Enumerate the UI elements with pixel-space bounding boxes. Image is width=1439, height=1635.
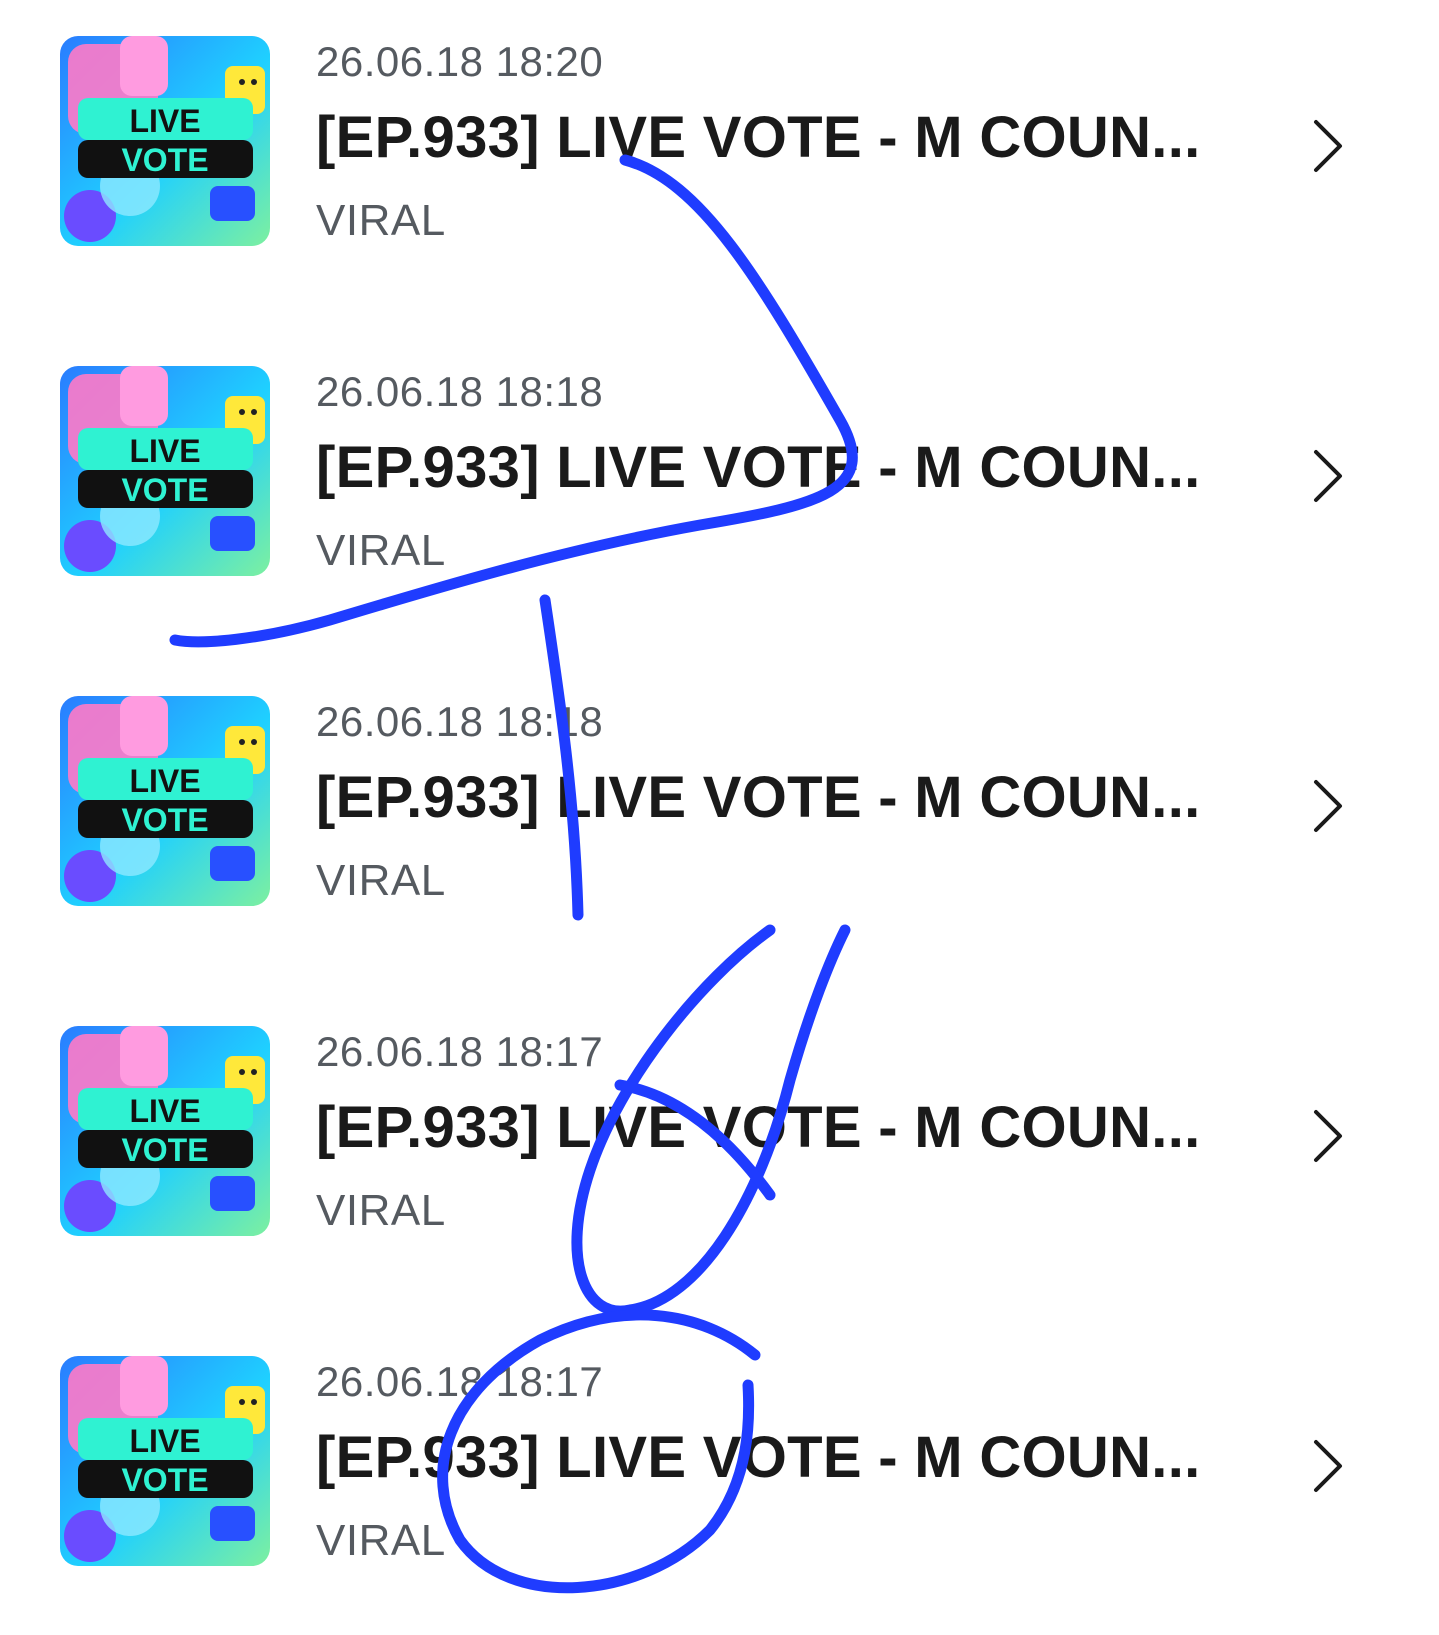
live-vote-thumbnail: LIVE VOTE xyxy=(60,1356,270,1566)
list-item[interactable]: LIVE VOTE 26.06.18 18:18 [EP.933] LIVE V… xyxy=(0,696,1439,926)
thumb-text-line1: LIVE xyxy=(129,763,200,799)
thumb-text-line1: LIVE xyxy=(129,433,200,469)
item-category: VIRAL xyxy=(316,196,446,245)
item-title: [EP.933] LIVE VOTE - M COUN... xyxy=(316,1425,1201,1490)
item-category: VIRAL xyxy=(316,1516,446,1565)
item-title: [EP.933] LIVE VOTE - M COUN... xyxy=(316,435,1201,500)
item-category: VIRAL xyxy=(316,1186,446,1235)
list-item[interactable]: LIVE VOTE 26.06.18 18:18 [EP.933] LIVE V… xyxy=(0,366,1439,596)
live-vote-thumbnail: LIVE VOTE xyxy=(60,696,270,906)
thumb-text-line2: VOTE xyxy=(121,142,208,178)
list-item[interactable]: LIVE VOTE 26.06.18 18:20 [EP.933] LIVE V… xyxy=(0,36,1439,266)
thumb-text-line1: LIVE xyxy=(129,1423,200,1459)
item-date: 26.06.18 18:17 xyxy=(316,1028,604,1075)
item-date: 26.06.18 18:20 xyxy=(316,38,604,85)
item-date: 26.06.18 18:18 xyxy=(316,368,604,415)
thumb-text-line2: VOTE xyxy=(121,1132,208,1168)
thumb-text-line2: VOTE xyxy=(121,1462,208,1498)
item-date: 26.06.18 18:18 xyxy=(316,698,604,745)
thumb-text-line2: VOTE xyxy=(121,472,208,508)
list-item[interactable]: LIVE VOTE 26.06.18 18:17 [EP.933] LIVE V… xyxy=(0,1026,1439,1256)
chevron-right-icon[interactable] xyxy=(1308,1106,1348,1166)
thumb-text-line1: LIVE xyxy=(129,1093,200,1129)
thumb-text-line1: LIVE xyxy=(129,103,200,139)
thumb-text-line2: VOTE xyxy=(121,802,208,838)
live-vote-thumbnail: LIVE VOTE xyxy=(60,366,270,576)
live-vote-thumbnail: LIVE VOTE xyxy=(60,1026,270,1236)
item-title: [EP.933] LIVE VOTE - M COUN... xyxy=(316,105,1201,170)
chevron-right-icon[interactable] xyxy=(1308,116,1348,176)
chevron-right-icon[interactable] xyxy=(1308,776,1348,836)
item-category: VIRAL xyxy=(316,526,446,575)
live-vote-thumbnail: LIVE VOTE xyxy=(60,36,270,246)
list-item[interactable]: LIVE VOTE 26.06.18 18:17 [EP.933] LIVE V… xyxy=(0,1356,1439,1586)
item-category: VIRAL xyxy=(316,856,446,905)
chevron-right-icon[interactable] xyxy=(1308,1436,1348,1496)
chevron-right-icon[interactable] xyxy=(1308,446,1348,506)
item-date: 26.06.18 18:17 xyxy=(316,1358,604,1405)
item-title: [EP.933] LIVE VOTE - M COUN... xyxy=(316,765,1201,830)
item-title: [EP.933] LIVE VOTE - M COUN... xyxy=(316,1095,1201,1160)
